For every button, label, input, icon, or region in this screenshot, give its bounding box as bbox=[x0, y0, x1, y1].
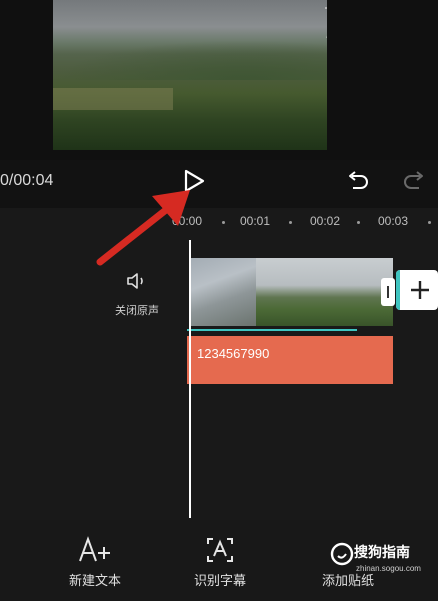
undo-icon bbox=[349, 171, 368, 189]
playhead[interactable] bbox=[189, 240, 191, 518]
plus-icon bbox=[411, 281, 429, 299]
add-clip-button[interactable] bbox=[396, 270, 438, 310]
ruler-dot bbox=[428, 221, 431, 224]
time-ruler: 00:00 00:01 00:02 00:03 bbox=[0, 208, 438, 236]
power-tower-image bbox=[325, 7, 327, 38]
video-clip[interactable] bbox=[190, 258, 393, 326]
ruler-tick: 00:03 bbox=[378, 214, 409, 228]
clip-trim-handle[interactable] bbox=[381, 278, 395, 306]
clip-thumbnail bbox=[256, 258, 393, 326]
video-hills bbox=[53, 40, 327, 80]
watermark: 搜狗指南 zhinan.sogou.com bbox=[330, 540, 438, 576]
ruler-tick: 00:01 bbox=[240, 214, 271, 228]
ruler-dot bbox=[357, 221, 360, 224]
undo-button[interactable] bbox=[344, 168, 372, 196]
ruler-dot bbox=[289, 221, 292, 224]
mute-label: 关闭原声 bbox=[115, 304, 159, 317]
new-text-label: 新建文本 bbox=[68, 574, 121, 589]
recognize-subtitles-label: 识别字幕 bbox=[193, 574, 246, 589]
watermark-title: 搜狗指南 bbox=[354, 545, 410, 561]
text-plus-icon bbox=[79, 536, 110, 562]
recognize-subtitles-button[interactable]: 识别字幕 bbox=[175, 536, 265, 589]
video-preview-frame[interactable] bbox=[53, 0, 327, 150]
new-text-button[interactable]: 新建文本 bbox=[50, 536, 140, 589]
audio-waveform-line bbox=[187, 329, 357, 331]
video-field bbox=[53, 88, 173, 110]
time-display: 0/00:04 bbox=[0, 172, 54, 189]
redo-icon bbox=[404, 171, 423, 189]
sogou-logo-icon bbox=[330, 542, 354, 566]
ruler-dot bbox=[222, 221, 225, 224]
annotation-arrow-icon bbox=[96, 190, 190, 266]
text-clip-content: 1234567990 bbox=[197, 346, 270, 361]
watermark-url: zhinan.sogou.com bbox=[356, 564, 421, 573]
mute-original-audio-button[interactable]: 关闭原声 bbox=[108, 270, 166, 318]
playback-controls: 0/00:04 bbox=[0, 160, 438, 208]
timeline-area: 00:00 00:01 00:02 00:03 关闭原声 1234567990 bbox=[0, 208, 438, 520]
speaker-icon bbox=[127, 273, 143, 289]
subtitle-recognize-icon bbox=[207, 538, 233, 562]
text-track-clip[interactable]: 1234567990 bbox=[187, 336, 393, 384]
video-preview-area bbox=[0, 0, 438, 160]
ruler-tick: 00:02 bbox=[310, 214, 341, 228]
redo-button[interactable] bbox=[400, 168, 428, 196]
